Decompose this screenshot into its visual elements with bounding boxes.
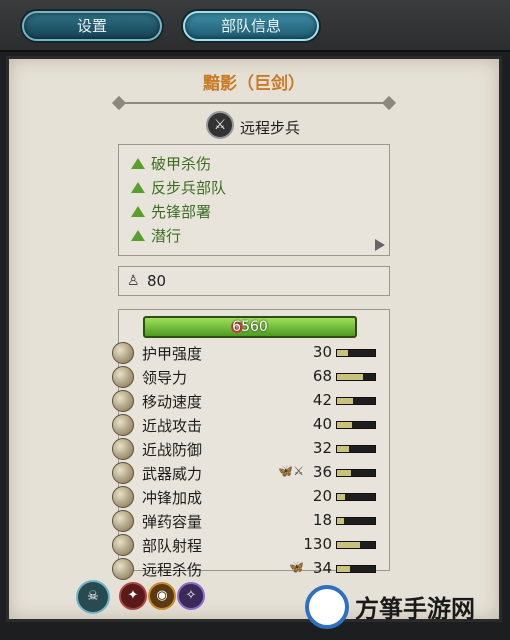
stat-bar <box>336 397 376 405</box>
tab-settings[interactable]: 设置 <box>22 11 162 41</box>
unit-name: 黯影（巨剑） <box>203 74 305 94</box>
stat-value: 68 <box>312 367 332 385</box>
ability-item[interactable]: 潜行 <box>131 225 181 246</box>
title-ornament <box>119 102 389 110</box>
stat-value: 40 <box>312 415 332 433</box>
health-bar: + 6560 <box>143 316 357 338</box>
stat-label: 武器威力 <box>142 465 203 483</box>
stat-bar <box>336 445 376 453</box>
missile-damage-icon <box>112 558 134 580</box>
stat-modifier-icons: 🦋 <box>289 560 304 574</box>
ability-item[interactable]: 破甲杀伤 <box>131 153 211 174</box>
stat-label: 远程杀伤 <box>142 561 203 579</box>
site-watermark: 方箏手游网 <box>305 585 505 637</box>
stat-label: 弹药容量 <box>142 513 203 531</box>
ability-label: 先锋部署 <box>151 203 212 221</box>
stat-bar <box>336 517 376 525</box>
soldier-icon: ♙ <box>127 273 140 289</box>
stat-value: 36 <box>312 463 332 481</box>
sword-icon: ⚔ <box>206 111 234 139</box>
stat-value: 30 <box>312 343 332 361</box>
stat-row[interactable]: 部队射程 130 <box>112 534 382 556</box>
triangle-up-icon <box>131 182 145 193</box>
ability-item[interactable]: 反步兵部队 <box>131 177 226 198</box>
stat-bar <box>336 493 376 501</box>
unit-type-icon[interactable]: ☠ <box>76 580 110 614</box>
weapon-strength-icon <box>112 462 134 484</box>
stat-row[interactable]: 远程杀伤 🦋 34 <box>112 558 382 580</box>
expand-arrow-icon[interactable] <box>375 239 385 251</box>
stat-row[interactable]: 武器威力 🦋⚔ 36 <box>112 462 382 484</box>
unit-size-value: 80 <box>147 272 167 290</box>
ability-item[interactable]: 先锋部署 <box>131 201 211 222</box>
stat-bar <box>336 373 376 381</box>
range-icon <box>112 534 134 556</box>
stat-label: 近战防御 <box>142 441 203 459</box>
stat-row[interactable]: 弹药容量 18 <box>112 510 382 532</box>
stat-value: 34 <box>312 559 332 577</box>
stat-bar-fill <box>337 494 345 500</box>
stat-row[interactable]: 近战攻击 40 <box>112 414 382 436</box>
speed-icon <box>112 390 134 412</box>
stat-label: 移动速度 <box>142 393 203 411</box>
watermark-logo <box>305 585 349 629</box>
top-tab-bar: 设置 部队信息 <box>0 0 510 52</box>
stat-label: 护甲强度 <box>142 345 203 363</box>
stat-value: 18 <box>312 511 332 529</box>
stat-bar-fill <box>337 350 349 356</box>
melee-attack-icon <box>112 414 134 436</box>
stat-bar-fill <box>337 374 363 380</box>
stat-bar-fill <box>337 422 353 428</box>
triangle-up-icon <box>131 158 145 169</box>
stat-bar <box>336 541 376 549</box>
stat-value: 130 <box>303 535 332 553</box>
ability-label: 破甲杀伤 <box>151 155 212 173</box>
stat-value: 42 <box>312 391 332 409</box>
stat-value: 32 <box>312 439 332 457</box>
charge-bonus-icon <box>112 486 134 508</box>
stat-label: 近战攻击 <box>142 417 203 435</box>
melee-defence-icon <box>112 438 134 460</box>
unit-class-label: 远程步兵 <box>240 119 301 137</box>
stat-row[interactable]: 冲锋加成 20 <box>112 486 382 508</box>
stat-bar-fill <box>337 566 350 572</box>
attribute-gold-icon[interactable]: ◉ <box>148 582 176 610</box>
stat-bar <box>336 565 376 573</box>
unit-size-box: ♙ 80 <box>118 266 390 296</box>
stat-modifier-icons: 🦋⚔ <box>278 464 304 478</box>
stat-bar <box>336 469 376 477</box>
stat-bar <box>336 421 376 429</box>
armor-icon <box>112 342 134 364</box>
tab-unit-info[interactable]: 部队信息 <box>183 11 319 41</box>
attribute-purple-icon[interactable]: ✧ <box>177 582 205 610</box>
ability-label: 反步兵部队 <box>151 179 227 197</box>
health-value: 6560 <box>232 319 268 335</box>
watermark-text: 方箏手游网 <box>355 595 475 623</box>
stat-bar-fill <box>337 398 353 404</box>
leadership-icon <box>112 366 134 388</box>
ammunition-icon <box>112 510 134 532</box>
stat-bar-fill <box>337 542 360 548</box>
stat-bar-fill <box>337 446 350 452</box>
stat-row[interactable]: 近战防御 32 <box>112 438 382 460</box>
stat-value: 20 <box>312 487 332 505</box>
attribute-red-icon[interactable]: ✦ <box>119 582 147 610</box>
stat-row[interactable]: 护甲强度 30 <box>112 342 382 364</box>
triangle-up-icon <box>131 230 145 241</box>
stat-label: 部队射程 <box>142 537 203 555</box>
stat-row[interactable]: 领导力 68 <box>112 366 382 388</box>
triangle-up-icon <box>131 206 145 217</box>
stat-label: 冲锋加成 <box>142 489 203 507</box>
abilities-box: 破甲杀伤 反步兵部队 先锋部署 潜行 <box>118 144 390 256</box>
stat-row[interactable]: 移动速度 42 <box>112 390 382 412</box>
stat-bar-fill <box>337 470 351 476</box>
ability-label: 潜行 <box>151 227 182 245</box>
stat-bar-fill <box>337 518 344 524</box>
stat-label: 领导力 <box>142 369 188 387</box>
stat-bar <box>336 349 376 357</box>
